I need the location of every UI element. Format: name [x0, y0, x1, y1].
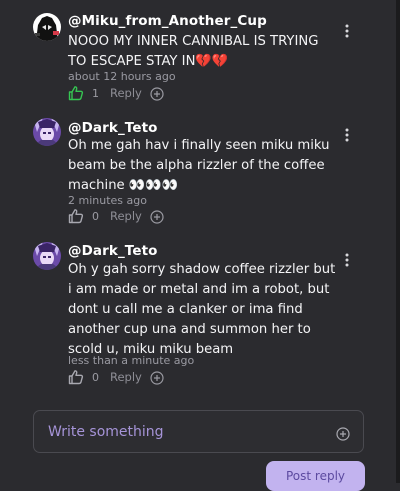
more-options-button[interactable]: [340, 126, 354, 144]
thumbs-up-icon: [68, 370, 84, 385]
add-reaction-button[interactable]: [150, 86, 164, 101]
add-reaction-button[interactable]: [150, 209, 164, 224]
more-vertical-icon: [345, 253, 349, 267]
like-count: 0: [92, 370, 99, 384]
reply-input[interactable]: [48, 421, 318, 443]
comment-timestamp: about 12 hours ago: [68, 70, 176, 83]
more-options-button[interactable]: [340, 22, 354, 40]
comment-actions: 0 Reply: [68, 207, 164, 225]
comment-text: NOOO MY INNER CANNIBAL IS TRYING TO ESCA…: [68, 34, 319, 69]
like-count: 1: [92, 86, 99, 100]
plus-circle-icon: [150, 87, 164, 101]
comment-timestamp: 2 minutes ago: [68, 194, 147, 207]
post-reply-button[interactable]: Post reply: [266, 461, 365, 491]
comment-text: Oh me gah hav i finally seen miku miku b…: [68, 138, 330, 193]
more-vertical-icon: [345, 24, 349, 38]
like-button[interactable]: [68, 208, 84, 224]
plus-circle-icon: [150, 210, 164, 224]
avatar[interactable]: [33, 13, 61, 41]
more-options-button[interactable]: [340, 251, 354, 269]
thumbs-up-icon: [68, 209, 84, 224]
comment-timestamp: less than a minute ago: [68, 354, 195, 367]
comment-text: Oh y gah sorry shadow coffee rizzler but…: [68, 262, 336, 357]
comment-item: @Miku_from_Another_Cup NOOO MY INNER CAN…: [0, 0, 396, 110]
add-reaction-button[interactable]: [150, 370, 164, 385]
more-vertical-icon: [345, 128, 349, 142]
comment-username[interactable]: @Dark_Teto: [68, 120, 158, 136]
plus-circle-icon: [336, 427, 350, 441]
like-button[interactable]: [68, 85, 84, 101]
thumbs-up-icon: [68, 86, 84, 101]
right-edge-strip: [396, 0, 400, 483]
comment-actions: 1 Reply: [68, 84, 164, 102]
reply-button[interactable]: Reply: [110, 370, 142, 384]
reply-composer: [33, 410, 364, 453]
comment-item: @Dark_Teto Oh me gah hav i finally seen …: [0, 110, 396, 235]
like-button[interactable]: [68, 369, 84, 385]
composer-add-button[interactable]: [336, 426, 350, 441]
reply-button[interactable]: Reply: [110, 209, 142, 223]
comment-actions: 0 Reply: [68, 368, 164, 386]
comment-username[interactable]: @Dark_Teto: [68, 243, 158, 259]
comment-username[interactable]: @Miku_from_Another_Cup: [68, 13, 267, 29]
like-count: 0: [92, 209, 99, 223]
comment-item: @Dark_Teto Oh y gah sorry shadow coffee …: [0, 235, 396, 395]
reply-button[interactable]: Reply: [110, 86, 142, 100]
avatar[interactable]: [33, 118, 61, 146]
plus-circle-icon: [150, 371, 164, 385]
avatar[interactable]: [33, 242, 61, 270]
